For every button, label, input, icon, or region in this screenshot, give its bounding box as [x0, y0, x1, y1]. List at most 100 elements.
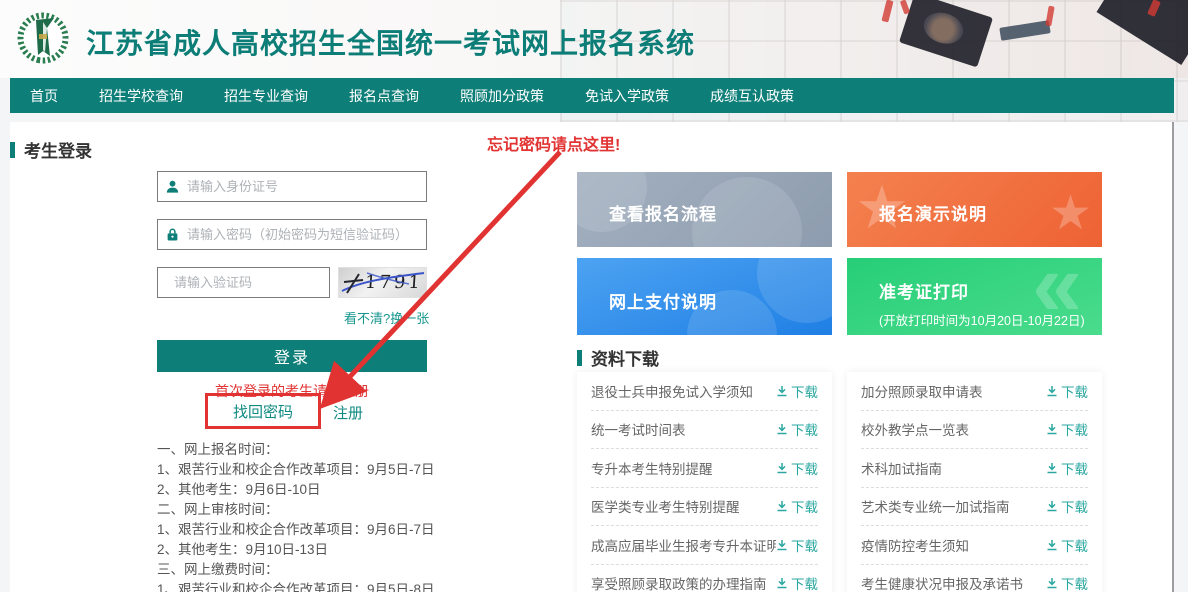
download-icon: [1046, 423, 1058, 435]
download-file-name: 疫情防控考生须知: [861, 535, 969, 555]
register-link[interactable]: 注册: [333, 402, 363, 423]
captcha-refresh-link[interactable]: 看不清?换一张: [344, 308, 429, 327]
download-row: 统一考试时间表 下载: [591, 411, 818, 450]
id-number-field-wrap: [157, 171, 427, 202]
download-link[interactable]: 下载: [1046, 573, 1088, 592]
card-label: 查看报名流程: [609, 200, 717, 225]
download-file-name: 艺术类专业统一加试指南: [861, 496, 1010, 516]
login-section-header: 考生登录: [10, 137, 92, 162]
download-link[interactable]: 下载: [1046, 419, 1088, 439]
page-title: 江苏省成人高校招生全国统一考试网上报名系统: [86, 22, 695, 62]
download-icon: [776, 577, 788, 589]
header: 江苏省成人高校招生全国统一考试网上报名系统: [0, 0, 1188, 78]
nav-item-exempt-policy[interactable]: 免试入学政策: [585, 86, 669, 106]
nav-item-site-query[interactable]: 报名点查询: [349, 86, 419, 106]
downloads-section-title: 资料下载: [591, 345, 659, 370]
user-icon: [166, 180, 179, 193]
download-row: 校外教学点一览表 下载: [861, 411, 1088, 450]
nav-item-school-query[interactable]: 招生学校查询: [99, 86, 183, 106]
download-icon: [1046, 385, 1058, 397]
password-input[interactable]: [187, 227, 418, 242]
download-icon: [1046, 462, 1058, 474]
download-link-label: 下载: [791, 458, 818, 478]
card-view-process[interactable]: 查看报名流程: [577, 172, 832, 247]
main-nav: 首页 招生学校查询 招生专业查询 报名点查询 照顾加分政策 免试入学政策 成绩互…: [10, 78, 1174, 113]
schedule-text: 一、网上报名时间： 1、艰苦行业和校企合作改革项目：9月5日-7日 2、其他考生…: [157, 440, 435, 592]
card-demo-instructions[interactable]: ★ ★ 报名演示说明: [847, 172, 1102, 247]
download-link[interactable]: 下载: [776, 419, 818, 439]
forgot-password-annotation: 忘记密码请点这里!: [487, 131, 620, 155]
download-link[interactable]: 下载: [776, 535, 818, 555]
card-decoration: ★: [1049, 190, 1092, 238]
nav-item-home[interactable]: 首页: [30, 86, 58, 106]
download-file-name: 享受照顾录取政策的办理指南: [591, 573, 767, 592]
captcha-noise: [339, 268, 428, 299]
download-file-name: 退役士兵申报免试入学须知: [591, 381, 753, 401]
download-link[interactable]: 下载: [776, 381, 818, 401]
download-icon: [776, 385, 788, 397]
login-button[interactable]: 登录: [157, 340, 427, 372]
captcha-field-wrap: [157, 267, 330, 298]
download-file-name: 术科加试指南: [861, 458, 942, 478]
graduation-cap-image: [1097, 0, 1188, 65]
download-row: 医学类专业考生特别提醒 下载: [591, 488, 818, 527]
downloads-section-header: 资料下载: [577, 345, 659, 370]
nav-item-major-query[interactable]: 招生专业查询: [224, 86, 308, 106]
download-link-label: 下载: [791, 496, 818, 516]
download-row: 疫情防控考生须知 下载: [861, 526, 1088, 565]
download-file-name: 加分照顾录取申请表: [861, 381, 983, 401]
download-file-name: 统一考试时间表: [591, 419, 686, 439]
schedule-line: 二、网上审核时间：: [157, 500, 435, 520]
download-link-label: 下载: [791, 573, 818, 592]
login-section-title: 考生登录: [24, 137, 92, 162]
forgot-password-link[interactable]: 找回密码: [233, 401, 293, 422]
card-admission-ticket-print[interactable]: « 准考证打印 (开放打印时间为10月20日-10月22日): [847, 258, 1102, 335]
download-row: 艺术类专业统一加试指南 下载: [861, 488, 1088, 527]
download-link-label: 下载: [1061, 573, 1088, 592]
schedule-line: 三、网上缴费时间：: [157, 560, 435, 580]
page: 江苏省成人高校招生全国统一考试网上报名系统 首页 招生学校查询 招生专业查询 报…: [0, 0, 1188, 592]
schedule-line: 1、艰苦行业和校企合作改革项目：9月5日-7日: [157, 460, 435, 480]
download-row: 享受照顾录取政策的办理指南 下载: [591, 565, 818, 592]
school-logo: [14, 8, 72, 68]
card-online-payment[interactable]: 网上支付说明: [577, 258, 832, 335]
ribbon-decoration: [900, 0, 910, 15]
download-row: 加分照顾录取申请表 下载: [861, 372, 1088, 411]
download-row: 术科加试指南 下载: [861, 449, 1088, 488]
download-icon: [776, 462, 788, 474]
download-icon: [776, 539, 788, 551]
download-icon: [1046, 500, 1058, 512]
download-link-label: 下载: [1061, 496, 1088, 516]
card-label: 网上支付说明: [609, 288, 717, 313]
download-link[interactable]: 下载: [776, 458, 818, 478]
download-row: 成高应届毕业生报考专升本证明下载: [591, 526, 818, 565]
graduation-cap-image: [999, 20, 1050, 41]
download-file-name: 医学类专业考生特别提醒: [591, 496, 740, 516]
download-link[interactable]: 下载: [1046, 381, 1088, 401]
id-number-input[interactable]: [187, 179, 418, 194]
schedule-line: 1、艰苦行业和校企合作改革项目：9月5日-8日: [157, 580, 435, 592]
download-file-name: 考生健康状况申报及承诺书: [861, 573, 1023, 592]
captcha-input[interactable]: [174, 275, 350, 290]
downloads-right-column: 加分照顾录取申请表下载校外教学点一览表下载术科加试指南下载艺术类专业统一加试指南…: [847, 372, 1102, 592]
download-link[interactable]: 下载: [776, 573, 818, 592]
lock-icon: [166, 228, 179, 241]
schedule-line: 1、艰苦行业和校企合作改革项目：9月6日-7日: [157, 520, 435, 540]
card-label: 准考证打印: [879, 278, 969, 303]
graduation-cap-image: [899, 0, 993, 67]
download-link[interactable]: 下载: [776, 496, 818, 516]
section-accent-bar: [10, 142, 15, 158]
download-link[interactable]: 下载: [1046, 535, 1088, 555]
download-row: 退役士兵申报免试入学须知 下载: [591, 372, 818, 411]
download-link[interactable]: 下载: [1046, 496, 1088, 516]
ribbon-decoration: [1045, 6, 1054, 27]
download-file-name: 校外教学点一览表: [861, 419, 969, 439]
download-icon: [1046, 577, 1058, 589]
download-icon: [1046, 539, 1058, 551]
nav-item-score-policy[interactable]: 成绩互认政策: [710, 86, 794, 106]
nav-item-bonus-policy[interactable]: 照顾加分政策: [460, 86, 544, 106]
download-link[interactable]: 下载: [1046, 458, 1088, 478]
downloads-left-column: 退役士兵申报免试入学须知下载统一考试时间表下载专升本考生特别提醒下载医学类专业考…: [577, 372, 832, 592]
captcha-image[interactable]: 1791: [338, 267, 427, 298]
schedule-line: 一、网上报名时间：: [157, 440, 435, 460]
